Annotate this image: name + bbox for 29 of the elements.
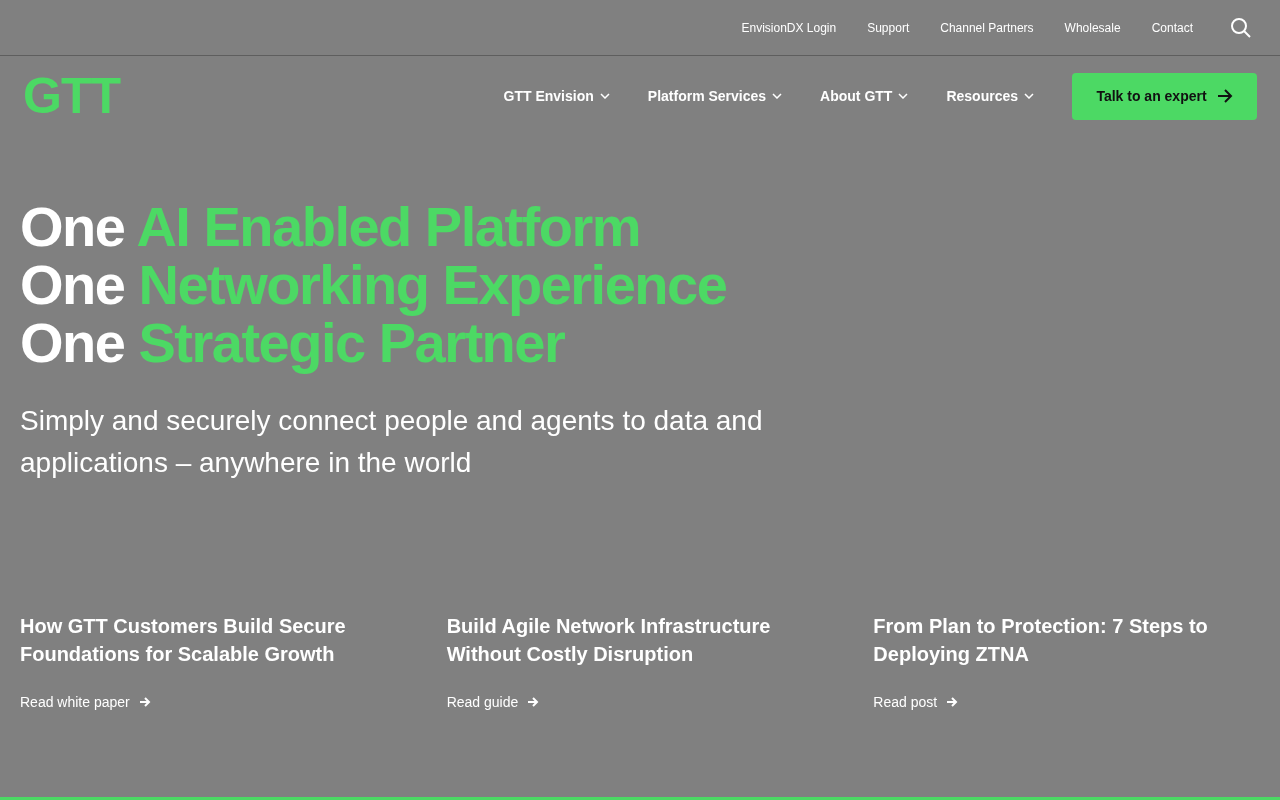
utility-link[interactable]: Wholesale [1064, 20, 1121, 35]
chevron-down-icon [772, 93, 783, 99]
card-title: From Plan to Protection: 7 Steps to Deploying ZTNA [873, 614, 1209, 667]
chevron-down-icon [898, 93, 909, 99]
subheadline: Simply and securely connect people and agents to data and applications – anywhere in the world [20, 404, 764, 480]
card-link[interactable]: Read white paper [20, 694, 151, 710]
card-title: How GTT Customers Build Secure Foundations for Scalable Growth [20, 614, 347, 667]
card-link[interactable]: Read post [873, 694, 959, 710]
chevron-down-icon [1024, 93, 1034, 99]
arrow-right-icon [1216, 89, 1233, 103]
nav-item[interactable]: GTT Envision [503, 88, 610, 104]
utility-link[interactable]: Channel Partners [940, 20, 1034, 35]
utility-link[interactable]: EnvisionDX Login [741, 20, 837, 35]
card-title: Build Agile Network Infrastructure Without Costly Disruption [446, 614, 772, 667]
nav-item[interactable]: Resources [946, 88, 1034, 104]
arrow-right-icon [946, 696, 959, 708]
headline-line: One Networking Experience [20, 256, 728, 314]
arrow-right-icon [138, 696, 151, 708]
talk-to-expert-button[interactable]: Talk to an expert [1072, 72, 1257, 120]
nav-item[interactable]: About GTT [820, 88, 909, 104]
headline-line: One AI Enabled Platform [20, 198, 641, 256]
search-icon[interactable] [1230, 16, 1252, 39]
nav-item[interactable]: Platform Services [647, 88, 783, 104]
arrow-right-icon [527, 696, 540, 708]
chevron-down-icon [599, 93, 610, 99]
card-link[interactable]: Read guide [446, 694, 540, 710]
logo[interactable]: GTT [23, 74, 120, 118]
utility-link[interactable]: Support [867, 20, 910, 35]
utility-link[interactable]: Contact [1151, 20, 1193, 35]
